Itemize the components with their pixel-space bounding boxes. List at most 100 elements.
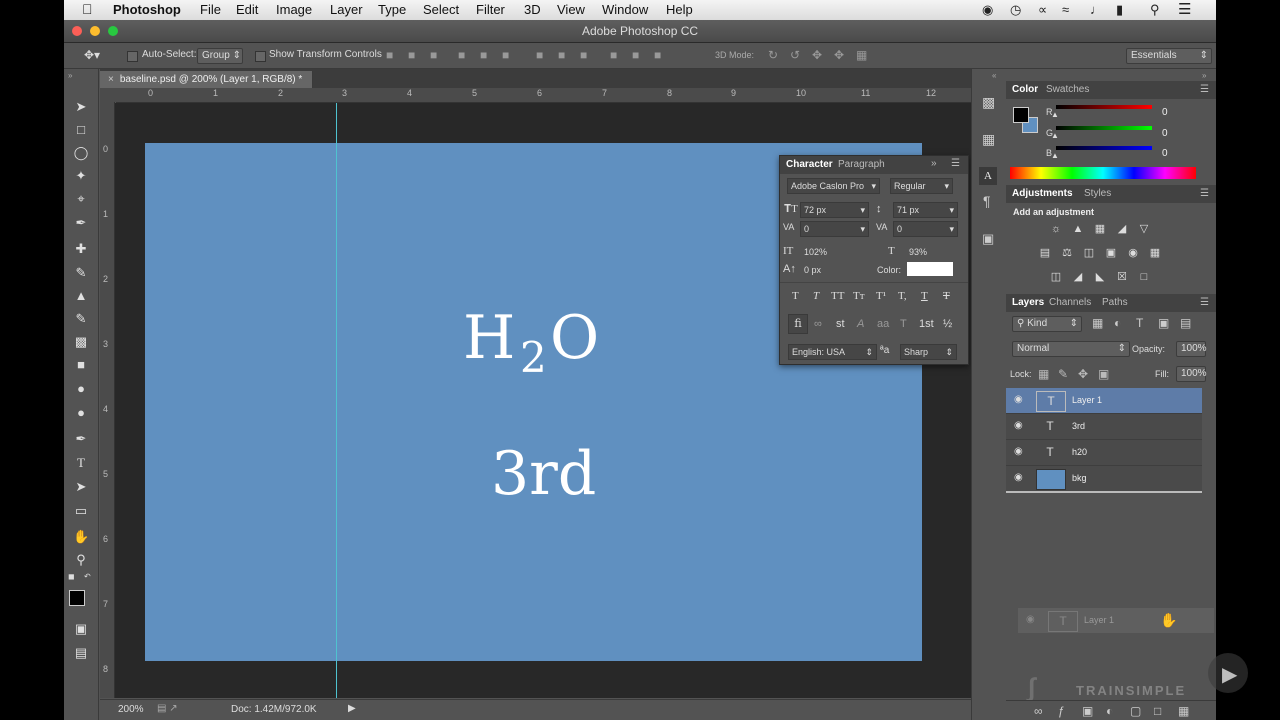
opacity-field[interactable]: 100% (1176, 341, 1207, 357)
close-document-icon[interactable]: × (108, 74, 114, 85)
levels-icon[interactable]: ▲ (1072, 223, 1084, 235)
invert-icon[interactable]: ◫ (1050, 271, 1062, 283)
tab-adjustments[interactable]: Adjustments (1012, 188, 1073, 199)
tab-paths[interactable]: Paths (1102, 297, 1128, 308)
screen-mode-icon[interactable]: ▤ (73, 645, 89, 661)
ordinals-icon[interactable]: 1st (919, 318, 934, 330)
workspace-dropdown[interactable]: Essentials ⇕ (1126, 48, 1212, 64)
document-tab[interactable]: × baseline.psd @ 200% (Layer 1, RGB/8) * (100, 71, 313, 88)
battery-icon[interactable]: ▮ (1116, 2, 1123, 18)
align-vcenter-icon[interactable]: ■ (408, 48, 415, 62)
tab-styles[interactable]: Styles (1084, 188, 1111, 199)
swap-colors-icon[interactable]: ↶ (84, 572, 91, 581)
font-size-field[interactable]: 72 px ▾ (800, 202, 869, 218)
bluetooth-icon[interactable]: ∝ (1038, 2, 1047, 18)
path-selection-tool-icon[interactable]: ➤ (73, 479, 89, 495)
text-color-swatch[interactable] (907, 262, 953, 276)
move-tool-preset-icon[interactable]: ✥▾ (84, 48, 100, 62)
menu-filter[interactable]: Filter (476, 2, 505, 17)
volume-icon[interactable]: ♩ (1090, 2, 1103, 17)
subscript-icon[interactable]: T, (898, 290, 907, 302)
lock-all-icon[interactable]: ▣ (1098, 367, 1109, 381)
type-tool-icon[interactable]: T (73, 455, 89, 471)
properties-panel-icon[interactable]: ▦ (982, 131, 995, 148)
transform-controls-checkbox[interactable] (255, 50, 266, 62)
roll-3d-icon[interactable]: ↺ (790, 48, 800, 62)
menu-window[interactable]: Window (602, 2, 648, 17)
superscript-icon[interactable]: T¹ (876, 290, 886, 302)
language-dropdown[interactable]: English: USA ⇕ (788, 344, 877, 360)
small-caps-icon[interactable]: Tт (853, 290, 865, 302)
vertical-guide[interactable] (336, 103, 337, 698)
lock-position-icon[interactable]: ✥ (1078, 367, 1088, 381)
layer-name[interactable]: bkg (1072, 473, 1087, 483)
faux-italic-icon[interactable]: T (813, 290, 819, 302)
strikethrough-icon[interactable]: T (943, 290, 950, 302)
apple-icon[interactable]:  (82, 1, 93, 17)
fill-field[interactable]: 100% (1176, 366, 1207, 382)
menu-app-name[interactable]: Photoshop (113, 2, 181, 17)
distribute-right-icon[interactable]: ■ (654, 48, 661, 62)
drag-3d-icon[interactable]: ✥ (812, 48, 822, 62)
character-panel-icon[interactable]: A (979, 167, 997, 185)
distribute-top-icon[interactable]: ■ (536, 48, 543, 62)
color-spectrum[interactable] (1010, 167, 1196, 179)
filter-smart-object-icon[interactable]: ▤ (1180, 316, 1191, 330)
tab-swatches[interactable]: Swatches (1046, 84, 1089, 95)
color-balance-icon[interactable]: ⚖ (1061, 247, 1073, 259)
faux-bold-icon[interactable]: T (792, 290, 799, 302)
new-group-icon[interactable]: ▢ (1130, 704, 1141, 718)
quick-mask-icon[interactable]: ▣ (73, 621, 89, 637)
brightness-contrast-icon[interactable]: ☼ (1050, 223, 1062, 235)
leading-field[interactable]: 71 px ▾ (893, 202, 958, 218)
underline-icon[interactable]: T (921, 290, 928, 302)
color-lookup-icon[interactable]: ▦ (1149, 247, 1161, 259)
filter-type-icon[interactable]: T (1136, 316, 1143, 330)
clone-stamp-tool-icon[interactable]: ▲ (73, 288, 89, 304)
standard-ligatures-icon[interactable]: ﬁ (788, 314, 808, 334)
layer-style-icon[interactable]: ƒ (1058, 704, 1065, 718)
align-bottom-icon[interactable]: ■ (430, 48, 437, 62)
panel-menu-icon[interactable]: ☰ (951, 158, 960, 169)
selective-color-icon[interactable]: ☒ (1116, 271, 1128, 283)
share-icon[interactable]: ▤ ↗ (157, 703, 178, 714)
time-machine-icon[interactable]: ◷ (1010, 2, 1021, 18)
align-right-icon[interactable]: ■ (502, 48, 509, 62)
posterize-icon[interactable]: ◢ (1072, 271, 1084, 283)
distribute-vcenter-icon[interactable]: ■ (558, 48, 565, 62)
lock-transparent-icon[interactable]: ▦ (1038, 367, 1049, 381)
vertical-scale-field[interactable]: 102% (800, 244, 855, 260)
vertical-ruler[interactable]: 0 1 2 3 4 5 6 7 8 (100, 102, 115, 698)
exposure-icon[interactable]: ◢ (1116, 223, 1128, 235)
curves-icon[interactable]: ▦ (1094, 223, 1106, 235)
auto-select-dropdown[interactable]: Group ⇕ (197, 48, 243, 64)
menu-edit[interactable]: Edit (236, 2, 258, 17)
spotlight-search-icon[interactable]: ⚲ (1150, 2, 1160, 18)
tab-layers[interactable]: Layers (1012, 297, 1044, 308)
menu-help[interactable]: Help (666, 2, 693, 17)
baseline-shift-field[interactable]: 0 px (800, 262, 855, 278)
adjustments-panel-menu-icon[interactable]: ☰ (1200, 188, 1209, 199)
tab-character[interactable]: Character (786, 159, 833, 170)
panel-collapse-icon[interactable]: » (931, 158, 937, 169)
history-panel-icon[interactable]: ▩ (982, 94, 995, 111)
menu-view[interactable]: View (557, 2, 585, 17)
vibrance-icon[interactable]: ▽ (1138, 223, 1150, 235)
foreground-color-swatch[interactable] (69, 590, 85, 606)
canvas-text-o[interactable]: O (550, 303, 599, 373)
color-panel-menu-icon[interactable]: ☰ (1200, 84, 1209, 95)
auto-select-checkbox[interactable] (127, 50, 138, 62)
hue-saturation-icon[interactable]: ▤ (1039, 247, 1051, 259)
red-slider[interactable] (1056, 105, 1152, 109)
threshold-icon[interactable]: ◣ (1094, 271, 1106, 283)
tab-channels[interactable]: Channels (1049, 297, 1091, 308)
status-menu-arrow-icon[interactable]: ▶ (348, 703, 356, 714)
eraser-tool-icon[interactable]: ▩ (73, 334, 89, 350)
history-brush-tool-icon[interactable]: ✎ (73, 311, 89, 327)
horizontal-scale-field[interactable]: 93% (905, 244, 958, 260)
character-panel-header[interactable]: Character Paragraph » ☰ (780, 156, 968, 174)
link-layers-icon[interactable]: ∞ (1034, 704, 1043, 718)
gradient-map-icon[interactable]: □ (1138, 271, 1150, 283)
delete-layer-icon[interactable]: ▦ (1178, 704, 1189, 718)
filter-shape-icon[interactable]: ▣ (1158, 316, 1169, 330)
